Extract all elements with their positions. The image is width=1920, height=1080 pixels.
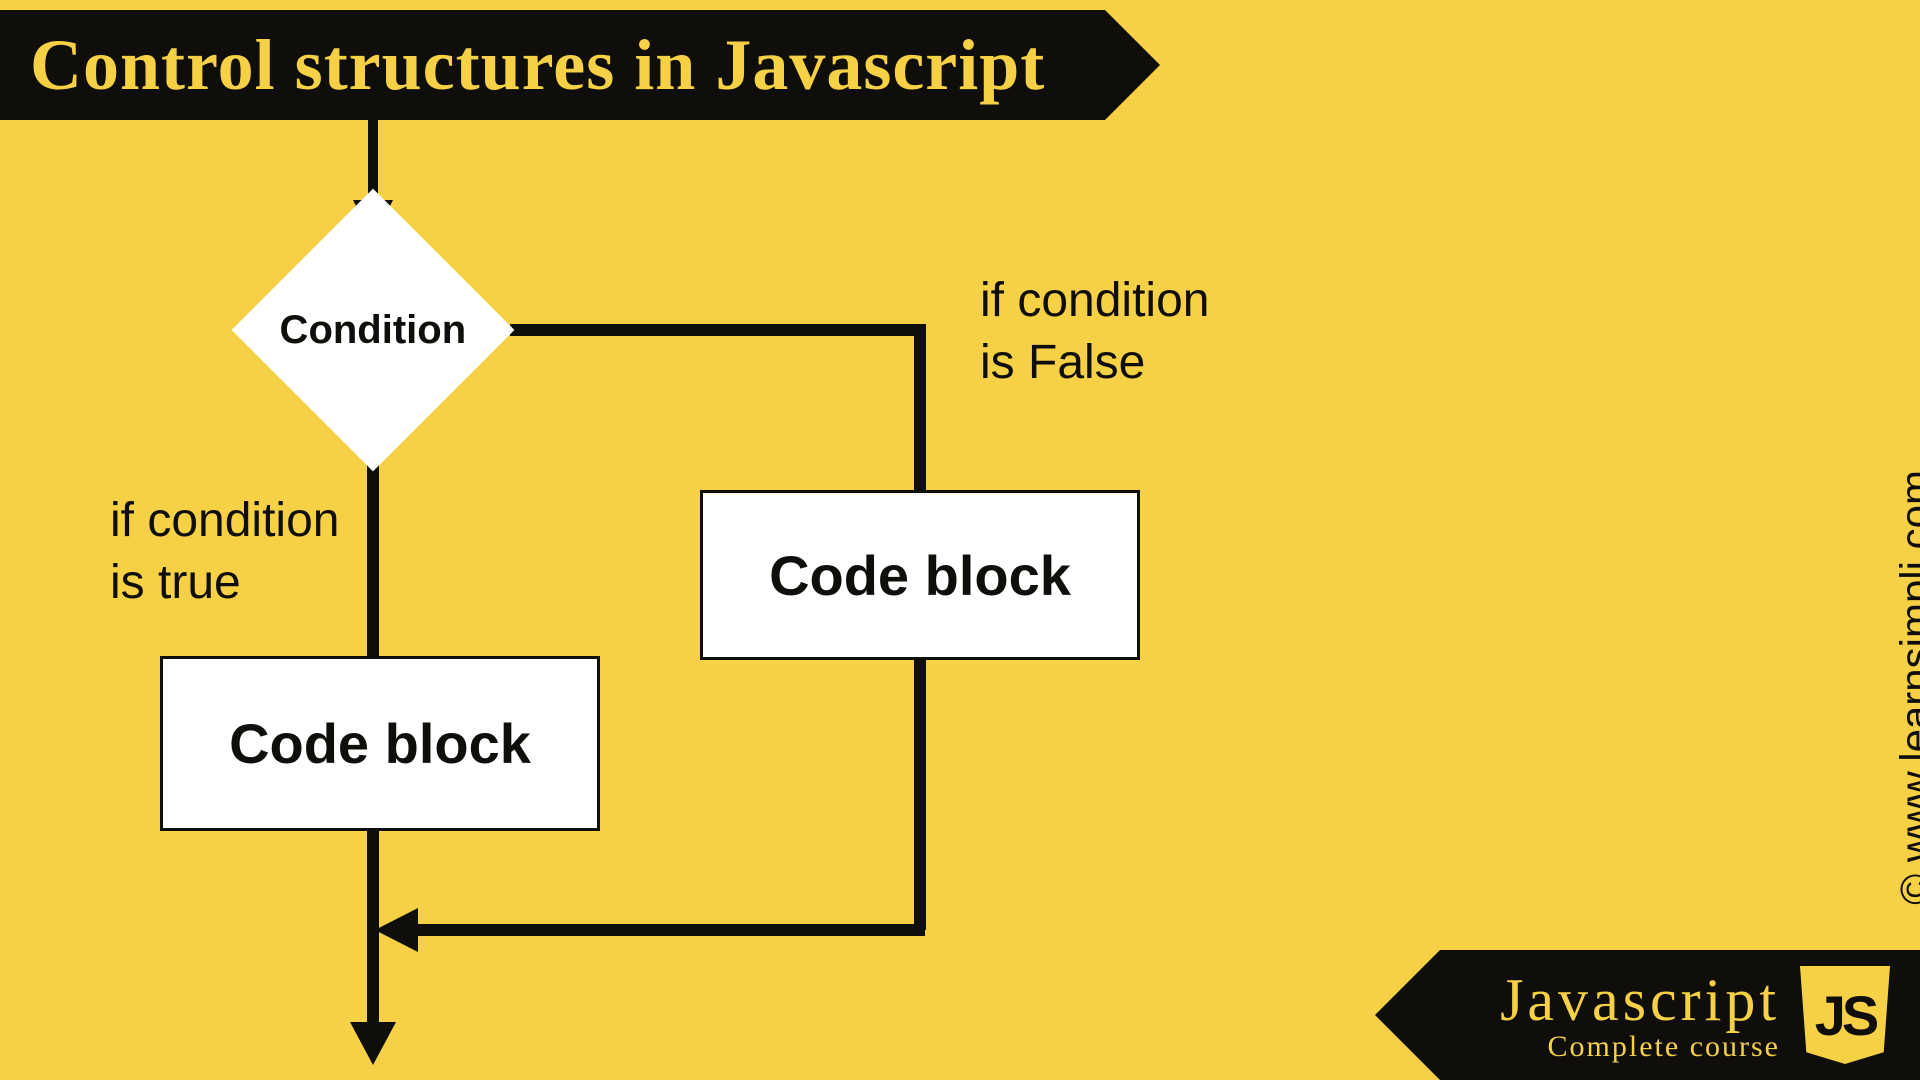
condition-label: Condition bbox=[280, 307, 467, 352]
page-title: Control structures in Javascript bbox=[30, 24, 1045, 107]
false-branch-label: if condition is False bbox=[980, 270, 1209, 395]
js-shield-icon: JS bbox=[1800, 966, 1890, 1064]
condition-node: Condition bbox=[232, 189, 515, 472]
true-code-block-text: Code block bbox=[229, 711, 531, 776]
false-code-block: Code block bbox=[700, 490, 1140, 660]
true-code-block: Code block bbox=[160, 656, 600, 831]
footer-subtitle: Complete course bbox=[1548, 1030, 1780, 1064]
footer-title: Javascript bbox=[1500, 966, 1780, 1035]
false-code-block-text: Code block bbox=[769, 543, 1071, 608]
title-banner: Control structures in Javascript bbox=[0, 10, 1105, 120]
js-badge-text: JS bbox=[1815, 983, 1876, 1048]
watermark: © www.learnsimpli.com bbox=[1892, 470, 1920, 905]
footer-banner: Javascript Complete course JS bbox=[1440, 950, 1920, 1080]
true-branch-label: if condition is true bbox=[110, 490, 339, 615]
